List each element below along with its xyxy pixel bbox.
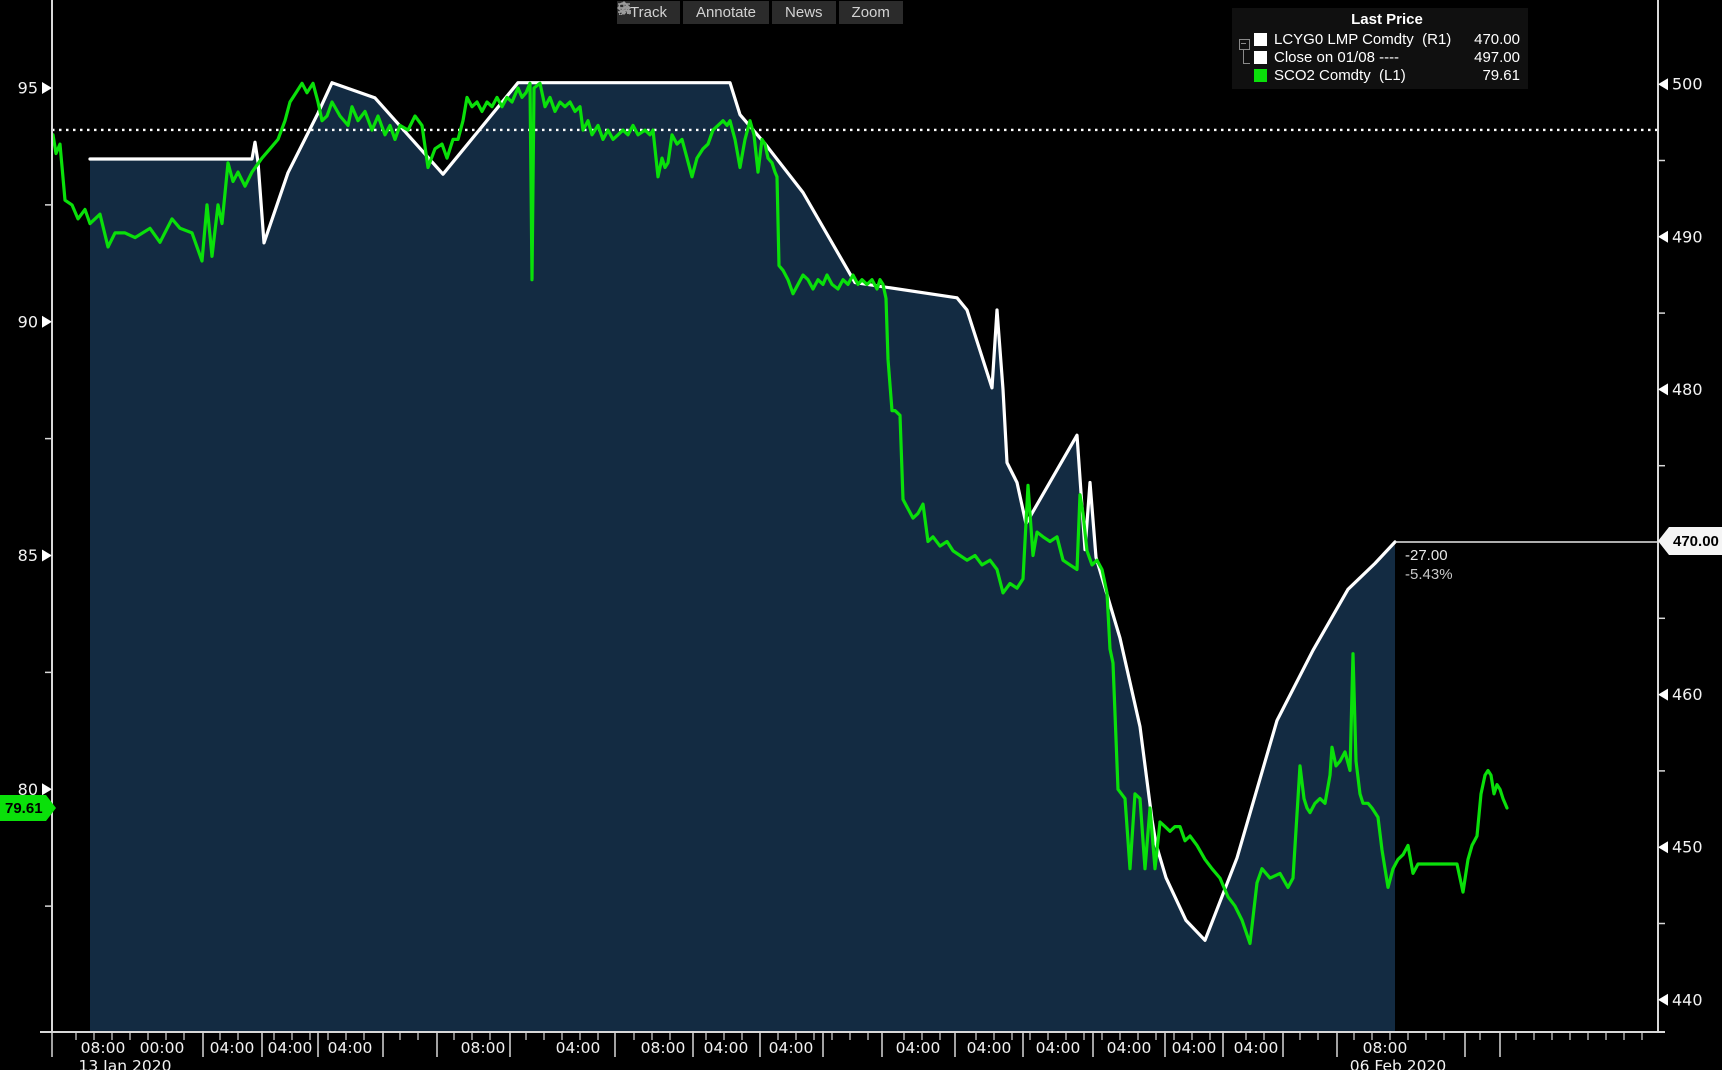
x-axis-time-label: 04:00: [210, 1039, 255, 1057]
news-button[interactable]: News: [772, 1, 836, 24]
axis-tick-label: 440: [1672, 990, 1703, 1009]
chart-legend: Last Price LCYG0 LMP Comdty (R1) 470.00 …: [1232, 8, 1528, 89]
zoom-button[interactable]: Zoom: [839, 1, 903, 24]
legend-row-sco2[interactable]: SCO2 Comdty (L1) 79.61: [1254, 67, 1520, 84]
axis-tick-label: 90: [18, 312, 38, 331]
white-series-swatch: [1254, 33, 1267, 46]
right-axis-tick-arrow: [1658, 689, 1668, 701]
x-axis-time-label: 04:00: [328, 1039, 373, 1057]
axis-tick-label: 490: [1672, 227, 1703, 246]
right-axis-tick-arrow: [1658, 994, 1668, 1006]
close-line-swatch: [1254, 51, 1267, 64]
legend-tree-toggle-icon[interactable]: [1239, 39, 1250, 50]
axis-tick-label: 480: [1672, 380, 1703, 399]
green-series-swatch: [1254, 69, 1267, 82]
left-axis-last-price-badge: 79.61: [0, 795, 46, 821]
terminal-chart-window: 9590858050049048046045044008:0000:0004:0…: [0, 0, 1722, 1070]
x-axis-time-label: 00:00: [140, 1039, 185, 1057]
legend-label: SCO2 Comdty (L1): [1274, 67, 1482, 84]
zoom-icon: [617, 1, 631, 15]
axis-tick-label: 85: [18, 546, 38, 565]
axis-tick-label: 460: [1672, 685, 1703, 704]
x-axis-time-label: 04:00: [1036, 1039, 1081, 1057]
legend-row-close[interactable]: Close on 01/08 ---- 497.00: [1254, 49, 1520, 66]
x-axis-time-label: 04:00: [896, 1039, 941, 1057]
right-axis-tick-arrow: [1658, 383, 1668, 395]
x-axis-time-label: 08:00: [1363, 1039, 1408, 1057]
news-button-label: News: [785, 4, 823, 21]
legend-value: 79.61: [1482, 67, 1520, 84]
right-axis-tick-arrow: [1658, 231, 1668, 243]
left-axis-tick-arrow: [42, 550, 52, 562]
x-axis-time-label: 08:00: [461, 1039, 506, 1057]
annotate-button[interactable]: Annotate: [683, 1, 769, 24]
zoom-button-label: Zoom: [852, 4, 890, 21]
legend-row-lcyg0[interactable]: LCYG0 LMP Comdty (R1) 470.00: [1254, 31, 1520, 48]
annotate-button-label: Annotate: [696, 4, 756, 21]
legend-value: 497.00: [1474, 49, 1520, 66]
left-axis-tick-arrow: [42, 316, 52, 328]
x-axis-time-label: 04:00: [1234, 1039, 1279, 1057]
change-annotation: -27.00 -5.43%: [1405, 546, 1453, 584]
x-axis-time-label: 04:00: [1107, 1039, 1152, 1057]
axis-tick-label: 500: [1672, 75, 1703, 94]
right-axis-tick-arrow: [1658, 841, 1668, 853]
x-axis-time-label: 04:00: [967, 1039, 1012, 1057]
net-change-label: -27.00: [1405, 546, 1453, 565]
legend-label: Close on 01/08 ----: [1274, 49, 1474, 66]
price-chart-plot-area[interactable]: 9590858050049048046045044008:0000:0004:0…: [0, 0, 1722, 1070]
legend-title: Last Price: [1254, 10, 1520, 30]
legend-label: LCYG0 LMP Comdty (R1): [1274, 31, 1474, 48]
chart-toolbar: Track Annotate News Zoom: [617, 1, 903, 24]
white-series-area-fill: [90, 83, 1395, 1032]
x-axis-time-label: 04:00: [268, 1039, 313, 1057]
right-axis-last-price-badge: 470.00: [1669, 527, 1722, 555]
x-axis-time-label: 04:00: [769, 1039, 814, 1057]
x-axis-time-label: 04:00: [556, 1039, 601, 1057]
axis-tick-label: 95: [18, 79, 38, 98]
track-button-label: Track: [630, 4, 667, 21]
left-axis-tick-arrow: [42, 783, 52, 795]
x-axis-time-label: 04:00: [1172, 1039, 1217, 1057]
legend-value: 470.00: [1474, 31, 1520, 48]
x-axis-time-label: 08:00: [641, 1039, 686, 1057]
left-axis-tick-arrow: [42, 82, 52, 94]
right-axis-tick-arrow: [1658, 78, 1668, 90]
pct-change-label: -5.43%: [1405, 565, 1453, 584]
legend-tree-connector: [1243, 50, 1250, 64]
x-axis-date-label: 13 Jan 2020: [79, 1057, 172, 1070]
axis-tick-label: 450: [1672, 838, 1703, 857]
x-axis-date-label: 06 Feb 2020: [1350, 1057, 1446, 1070]
x-axis-time-label: 08:00: [81, 1039, 126, 1057]
x-axis-time-label: 04:00: [704, 1039, 749, 1057]
